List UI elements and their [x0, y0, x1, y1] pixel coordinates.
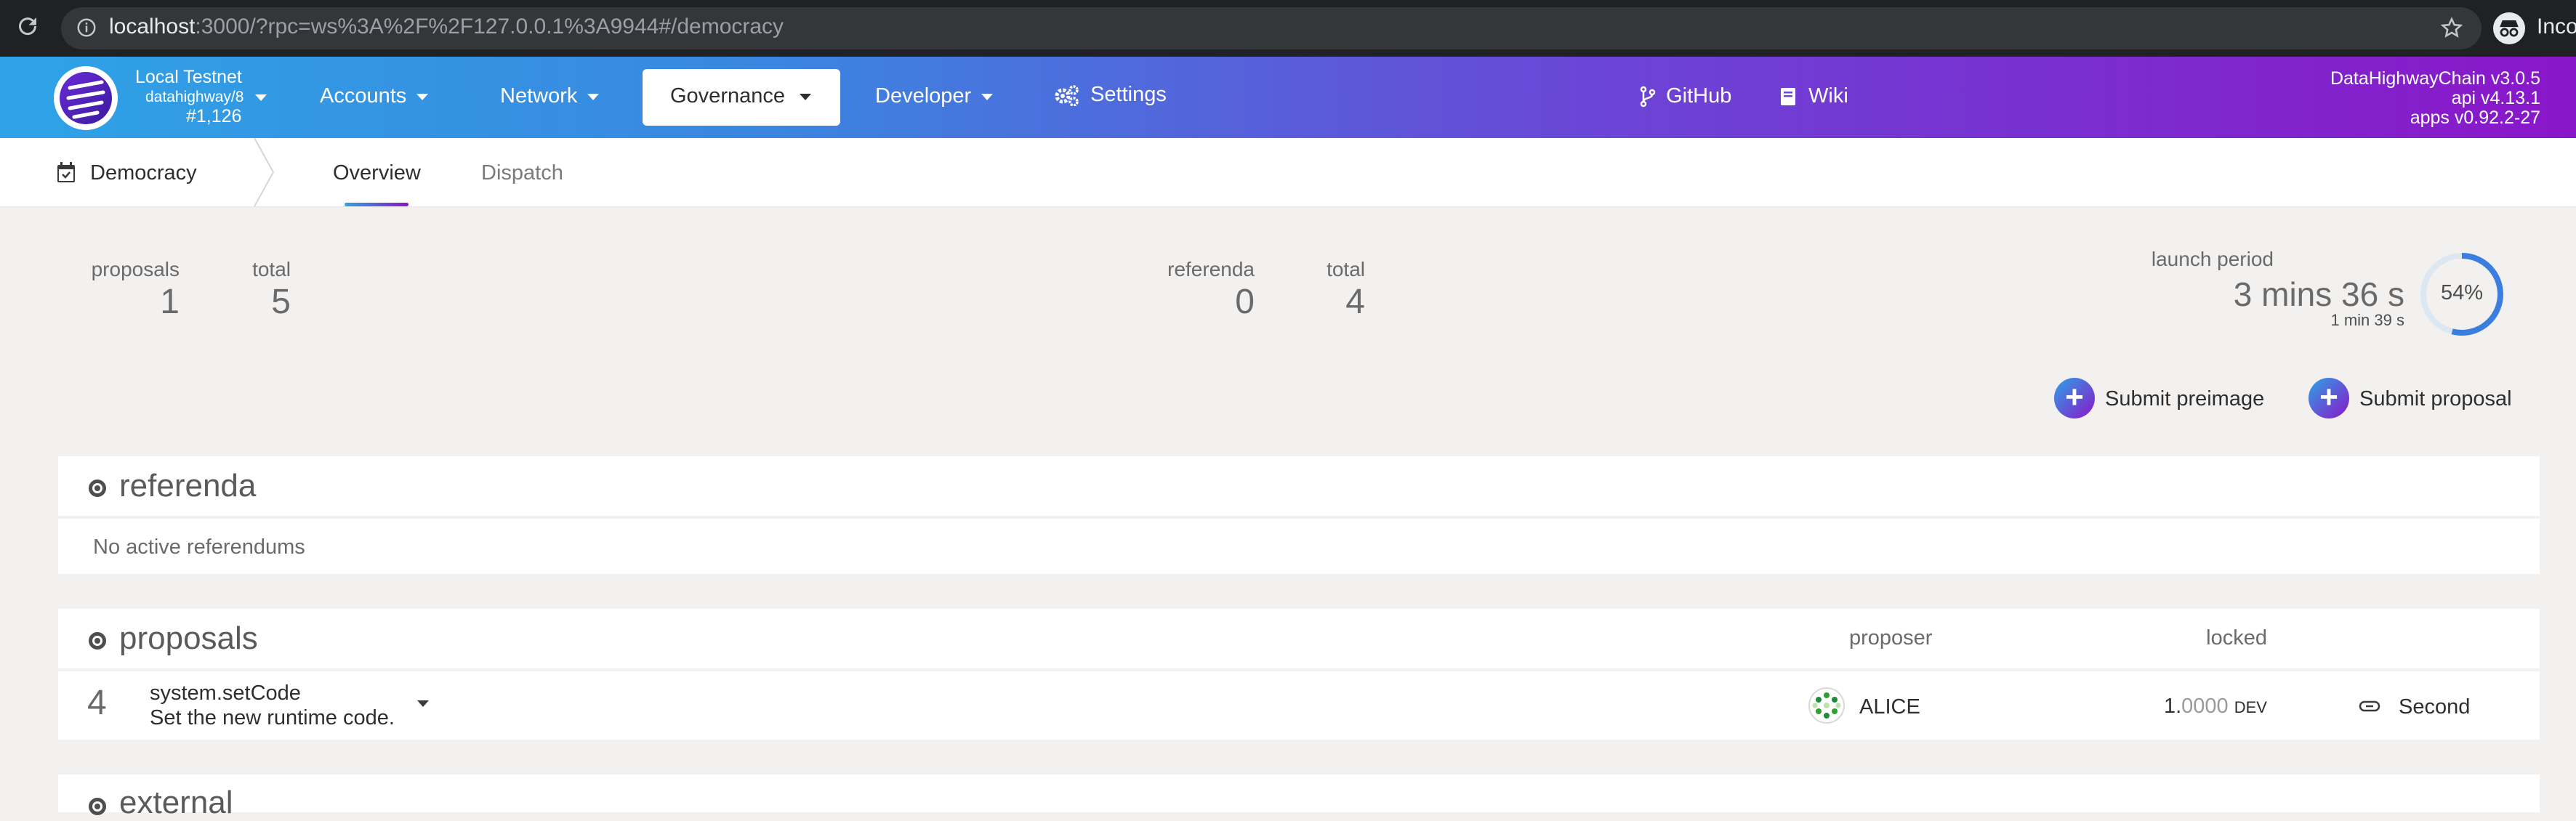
proposals-title: proposals [119, 620, 258, 656]
chevron-down-icon [800, 93, 811, 100]
locked-decimals: 0000 [2181, 695, 2229, 718]
chain-name[interactable]: Local Testnet [135, 67, 242, 88]
nav-settings-label: Settings [1090, 83, 1167, 106]
link-icon [2358, 697, 2381, 719]
locked-unit: DEV [2234, 698, 2267, 716]
nav-settings[interactable]: Settings [1054, 83, 1167, 108]
locked-amount: 1.0000 DEV [2164, 695, 2267, 719]
proposals-value: 1 [160, 283, 180, 321]
submit-preimage-button[interactable]: + Submit preimage [2054, 378, 2272, 420]
runtime-label: datahighway/8 [145, 89, 244, 105]
referenda-label: referenda [1167, 258, 1255, 280]
referenda-total-value: 4 [1345, 283, 1365, 321]
launch-progress-percent: 54% [2440, 281, 2484, 304]
external-circle-icon [89, 798, 106, 815]
apps-version: apps v0.92.2-27 [2410, 108, 2540, 128]
launch-period-label: launch period [2151, 248, 2274, 270]
submit-proposal-button[interactable]: + Submit proposal [2309, 378, 2527, 420]
second-button[interactable]: Second [2351, 689, 2503, 727]
url-rest: :3000/?rpc=ws%3A%2F%2F127.0.0.1%3A9944#/… [195, 15, 784, 39]
proposals-total-value: 5 [271, 283, 291, 321]
block-number: #1,126 [186, 106, 242, 126]
tab-overview[interactable]: Overview [333, 161, 421, 185]
locked-integer: 1. [2163, 695, 2182, 718]
proposal-index: 4 [87, 684, 107, 722]
nav-github-label: GitHub [1666, 84, 1732, 108]
external-title: external [119, 785, 233, 820]
submit-preimage-label: Submit preimage [2105, 387, 2265, 410]
nav-governance-text[interactable]: Governance [670, 84, 811, 108]
referenda-total-label: total [1327, 258, 1365, 280]
referenda-empty-row [58, 519, 2540, 574]
nav-developer[interactable]: Developer [875, 84, 994, 108]
proposals-total-label: total [252, 258, 291, 280]
plus-icon: + [2309, 378, 2349, 418]
referenda-value: 0 [1235, 283, 1255, 321]
gears-icon [1054, 83, 1080, 108]
proposal-method: system.setCode [150, 682, 301, 705]
incognito-icon[interactable] [2493, 12, 2525, 44]
api-version: api v4.13.1 [2451, 88, 2540, 108]
nav-network[interactable]: Network [500, 84, 600, 108]
referenda-circle-icon [89, 480, 106, 497]
nav-accounts-label: Accounts [320, 84, 407, 108]
nav-developer-label: Developer [875, 84, 972, 108]
proposals-circle-icon [89, 632, 106, 650]
second-label: Second [2399, 695, 2471, 719]
url-text[interactable]: localhost:3000/?rpc=ws%3A%2F%2F127.0.0.1… [109, 15, 784, 39]
section-title-democracy: Democracy [90, 161, 197, 185]
external-header [58, 775, 2540, 812]
nav-github[interactable]: GitHub [1640, 84, 1731, 108]
column-locked: locked [2206, 626, 2267, 650]
referenda-title: referenda [119, 468, 257, 503]
incognito-label[interactable]: Incognito [2537, 15, 2576, 39]
nav-accounts[interactable]: Accounts [320, 84, 429, 108]
proposer-identicon[interactable] [1808, 687, 1845, 724]
submit-proposal-label: Submit proposal [2359, 387, 2512, 410]
nav-wiki-label: Wiki [1808, 84, 1848, 108]
chevron-down-icon [416, 93, 429, 100]
launch-period-remaining: 3 mins 36 s [2233, 275, 2404, 313]
chevron-down-icon [981, 93, 994, 100]
info-icon[interactable] [76, 17, 97, 42]
chain-version: DataHighwayChain v3.0.5 [2330, 68, 2540, 89]
referenda-header [58, 456, 2540, 516]
nav-network-label: Network [500, 84, 578, 108]
breadcrumb-separator [253, 137, 275, 210]
code-branch-icon [1640, 84, 1656, 108]
chevron-down-icon [587, 93, 600, 100]
proposal-description: Set the new runtime code. [150, 706, 395, 729]
chain-logo[interactable] [54, 66, 118, 130]
chevron-down-icon [255, 94, 267, 101]
proposals-label: proposals [91, 258, 180, 280]
book-icon [1779, 84, 1797, 108]
launch-period-elapsed: 1 min 39 s [2330, 311, 2405, 329]
star-icon[interactable] [2439, 16, 2464, 44]
calendar-icon [57, 161, 76, 187]
proposals-header [58, 609, 2540, 668]
expand-details-chevron-icon[interactable] [417, 697, 429, 711]
tab-dispatch[interactable]: Dispatch [481, 161, 563, 185]
refresh-icon[interactable] [15, 13, 41, 45]
runtime-version[interactable]: datahighway/8 [145, 89, 267, 106]
plus-icon: + [2054, 378, 2095, 418]
proposer-name[interactable]: ALICE [1859, 695, 1920, 719]
tab-overview-underline [345, 203, 408, 206]
url-host: localhost [109, 15, 196, 39]
nav-wiki[interactable]: Wiki [1779, 84, 1848, 108]
referenda-empty-text: No active referendums [93, 535, 305, 559]
column-proposer: proposer [1849, 626, 1933, 650]
nav-governance-label: Governance [670, 84, 785, 108]
